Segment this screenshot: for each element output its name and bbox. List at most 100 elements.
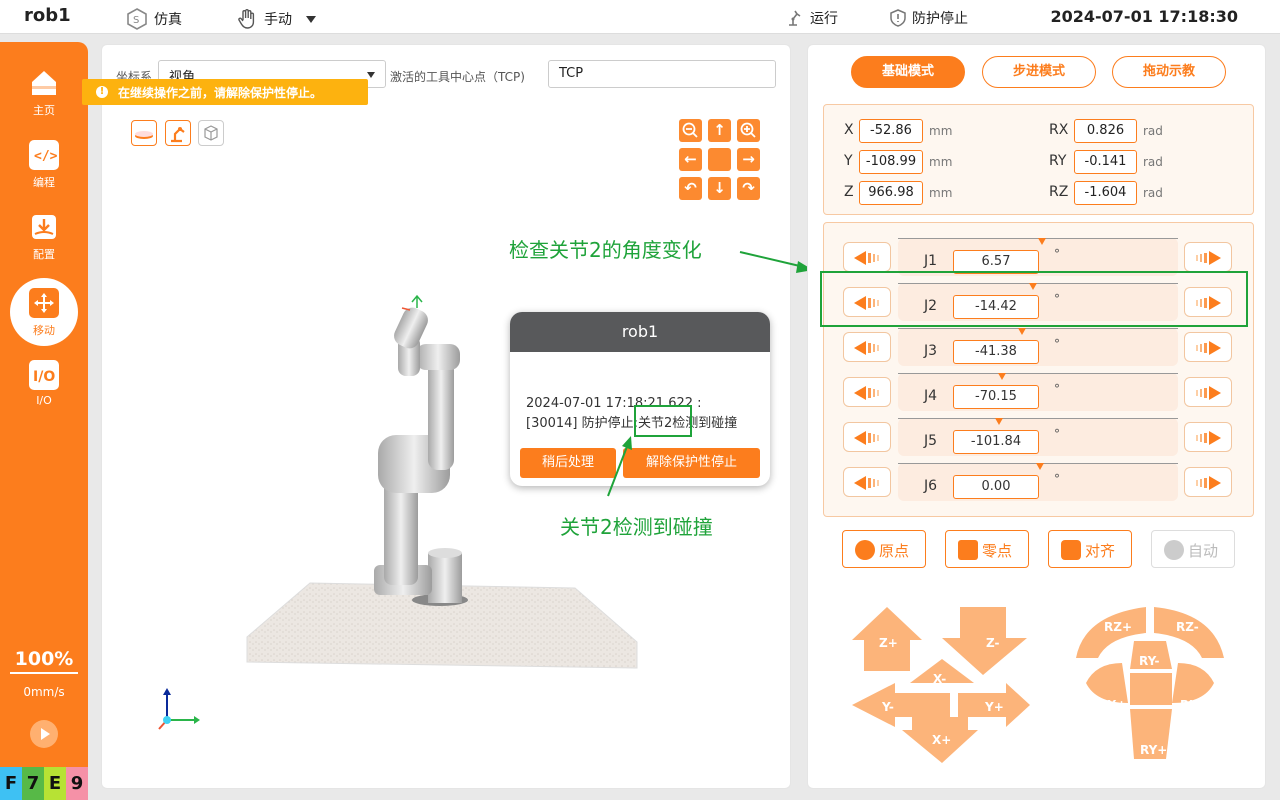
joint-scale (898, 328, 1178, 335)
zoom-in-icon (740, 122, 756, 138)
jog-rx-plus[interactable] (1086, 663, 1128, 703)
sidebar-item-io[interactable]: I/O I/O (0, 360, 88, 407)
joint-value[interactable]: -101.84 (953, 430, 1039, 454)
pan-right-button[interactable]: → (737, 148, 760, 171)
joint-row-j3: J3 -41.38 ° (843, 328, 1233, 366)
zoom-out-button[interactable] (679, 119, 702, 142)
arrow-right-icon (1196, 476, 1221, 490)
coord-z-value[interactable]: 966.98 (859, 181, 923, 205)
sidebar-item-label: I/O (36, 394, 52, 407)
home-position-button[interactable]: 原点 (842, 530, 926, 568)
joint-decrease-button[interactable] (843, 332, 891, 362)
rotary-jog-pad[interactable] (1074, 603, 1229, 763)
coord-rx-value[interactable]: 0.826 (1074, 119, 1137, 143)
joint-name: J4 (924, 388, 938, 404)
coord-name: Y (844, 153, 853, 169)
coord-rz-value[interactable]: -1.604 (1074, 181, 1137, 205)
jog-z-minus[interactable] (942, 607, 1027, 675)
joint-decrease-button[interactable] (843, 377, 891, 407)
joint-increase-button[interactable] (1184, 377, 1232, 407)
base-plate-icon (135, 131, 153, 139)
joint-decrease-button[interactable] (843, 467, 891, 497)
sidebar-item-move[interactable]: 移动 (10, 278, 78, 346)
jog-label: RY+ (1140, 743, 1168, 757)
joint-position-marker (1038, 238, 1046, 245)
cube-icon (204, 125, 218, 141)
coord-rx: RX 0.826 rad (1049, 119, 1163, 143)
coord-y-value[interactable]: -108.99 (859, 150, 923, 174)
tab-step-mode[interactable]: 步进模式 (982, 56, 1096, 88)
zoom-in-button[interactable] (737, 119, 760, 142)
zero-position-button[interactable]: 零点 (945, 530, 1029, 568)
button-label: 对齐 (1085, 542, 1116, 560)
joint-increase-button[interactable] (1184, 467, 1232, 497)
align-button[interactable]: 对齐 (1048, 530, 1132, 568)
collision-annotation: 关节2检测到碰撞 (560, 515, 713, 539)
joint-decrease-button[interactable] (843, 242, 891, 272)
pan-center-button[interactable] (708, 148, 731, 171)
warning-text: 在继续操作之前，请解除保护性停止。 (118, 86, 323, 100)
jog-rx-minus[interactable] (1172, 663, 1214, 703)
config-icon (29, 212, 59, 242)
jog-label: X- (933, 672, 947, 686)
view-robot-button[interactable] (165, 120, 191, 146)
io-icon: I/O (29, 360, 59, 390)
rotate-right-button[interactable]: ↷ (737, 177, 760, 200)
home-icon (29, 68, 59, 98)
arrow-right-icon (1196, 251, 1221, 265)
rotate-left-button[interactable]: ↶ (679, 177, 702, 200)
coord-z: Z 966.98 mm (844, 181, 952, 205)
sim-mode-indicator[interactable]: S 仿真 (126, 8, 182, 30)
joint-unit: ° (1054, 382, 1060, 396)
joint-scale (898, 418, 1178, 425)
coord-x: X -52.86 mm (844, 119, 952, 143)
tcp-value: TCP (559, 66, 584, 81)
coord-ry-value[interactable]: -0.141 (1074, 150, 1137, 174)
play-button[interactable] (30, 720, 58, 748)
auto-button[interactable]: 自动 (1151, 530, 1235, 568)
joint-unit: ° (1054, 247, 1060, 261)
pan-down-button[interactable]: ↓ (708, 177, 731, 200)
pan-up-button[interactable]: ↑ (708, 119, 731, 142)
joint-increase-button[interactable] (1184, 242, 1232, 272)
release-protective-stop-button[interactable]: 解除保护性停止 (623, 448, 760, 478)
manual-mode-dropdown[interactable]: 手动 (236, 8, 316, 30)
tab-basic-mode[interactable]: 基础模式 (851, 56, 965, 88)
tab-drag-teach[interactable]: 拖动示教 (1112, 56, 1226, 88)
svg-text:S: S (133, 15, 139, 26)
joint-increase-button[interactable] (1184, 422, 1232, 452)
coord-y: Y -108.99 mm (844, 150, 952, 174)
sidebar: 主页 </> 编程 配置 移动 I/O I/O 100% 0mm/s (0, 42, 88, 800)
joint-position-marker (1036, 463, 1044, 470)
pan-left-button[interactable]: ← (679, 148, 702, 171)
coord-name: RX (1049, 122, 1069, 138)
sidebar-item-home[interactable]: 主页 (0, 68, 88, 118)
run-label: 运行 (810, 11, 838, 27)
view-cube-button[interactable] (198, 120, 224, 146)
dialog-title: rob1 (510, 312, 770, 352)
joint-value[interactable]: -70.15 (953, 385, 1039, 409)
protect-status: 防护停止 (890, 8, 968, 28)
joint-increase-button[interactable] (1184, 332, 1232, 362)
rotate-left-icon: ↶ (684, 179, 697, 197)
sidebar-item-config[interactable]: 配置 (0, 212, 88, 262)
button-label: 自动 (1188, 542, 1219, 560)
joint-decrease-button[interactable] (843, 422, 891, 452)
fkey: 9 (66, 767, 88, 800)
sidebar-item-label: 编程 (33, 176, 55, 189)
tcp-select[interactable]: TCP (548, 60, 776, 88)
hand-icon (238, 9, 255, 29)
arrow-left-icon: ← (684, 150, 697, 168)
view-base-button[interactable] (131, 120, 157, 146)
speed-percent[interactable]: 100% (10, 648, 78, 674)
align-icon (1061, 540, 1081, 560)
sidebar-item-program[interactable]: </> 编程 (0, 140, 88, 190)
check-joint-annotation: 检查关节2的角度变化 (509, 238, 702, 262)
joint-value[interactable]: -41.38 (953, 340, 1039, 364)
robot-title: rob1 (24, 5, 71, 26)
coord-x-value[interactable]: -52.86 (859, 119, 923, 143)
arrow-right-icon: → (742, 150, 755, 168)
joint-value[interactable]: 0.00 (953, 475, 1039, 499)
button-label: 原点 (879, 542, 910, 560)
jog-label: RX- (1180, 698, 1203, 712)
